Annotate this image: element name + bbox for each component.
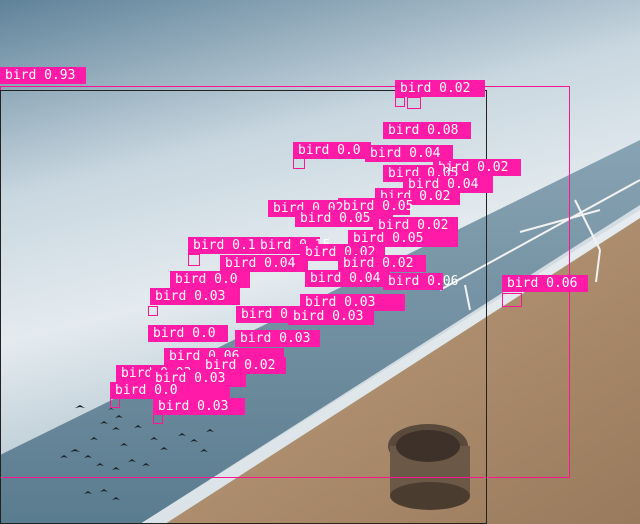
detection-box	[502, 293, 522, 307]
detection-label: bird 0.06	[502, 275, 588, 292]
detection-box	[407, 97, 421, 109]
detection-label: bird 0.0	[293, 142, 371, 159]
detection-box	[188, 254, 200, 266]
detection-label: bird 0.0	[170, 271, 250, 288]
detection-box	[110, 398, 120, 408]
detection-image: bird 0.93 bird 0.02 bird 0.08 bird 0.0 b…	[0, 0, 640, 524]
detection-label: bird 0.03	[288, 308, 374, 325]
detection-box	[293, 158, 305, 169]
detection-label: bird 0.02	[395, 80, 485, 97]
detection-label: bird 0.0	[148, 325, 228, 342]
detection-label: bird 0.06	[383, 273, 458, 290]
detection-box	[153, 414, 163, 424]
detection-label: bird 0.0	[110, 382, 230, 399]
detection-box	[148, 306, 158, 316]
detection-label: bird 0.93	[0, 67, 86, 84]
detection-label: bird 0.08	[383, 122, 471, 139]
detection-label: bird 0.03	[235, 330, 320, 347]
detection-label: bird 0.04	[305, 270, 390, 287]
detection-label: bird 0.03	[153, 398, 245, 415]
detection-label: bird 0.04	[220, 255, 308, 272]
detection-label: bird 0.03	[150, 288, 240, 305]
detection-box	[395, 97, 405, 107]
